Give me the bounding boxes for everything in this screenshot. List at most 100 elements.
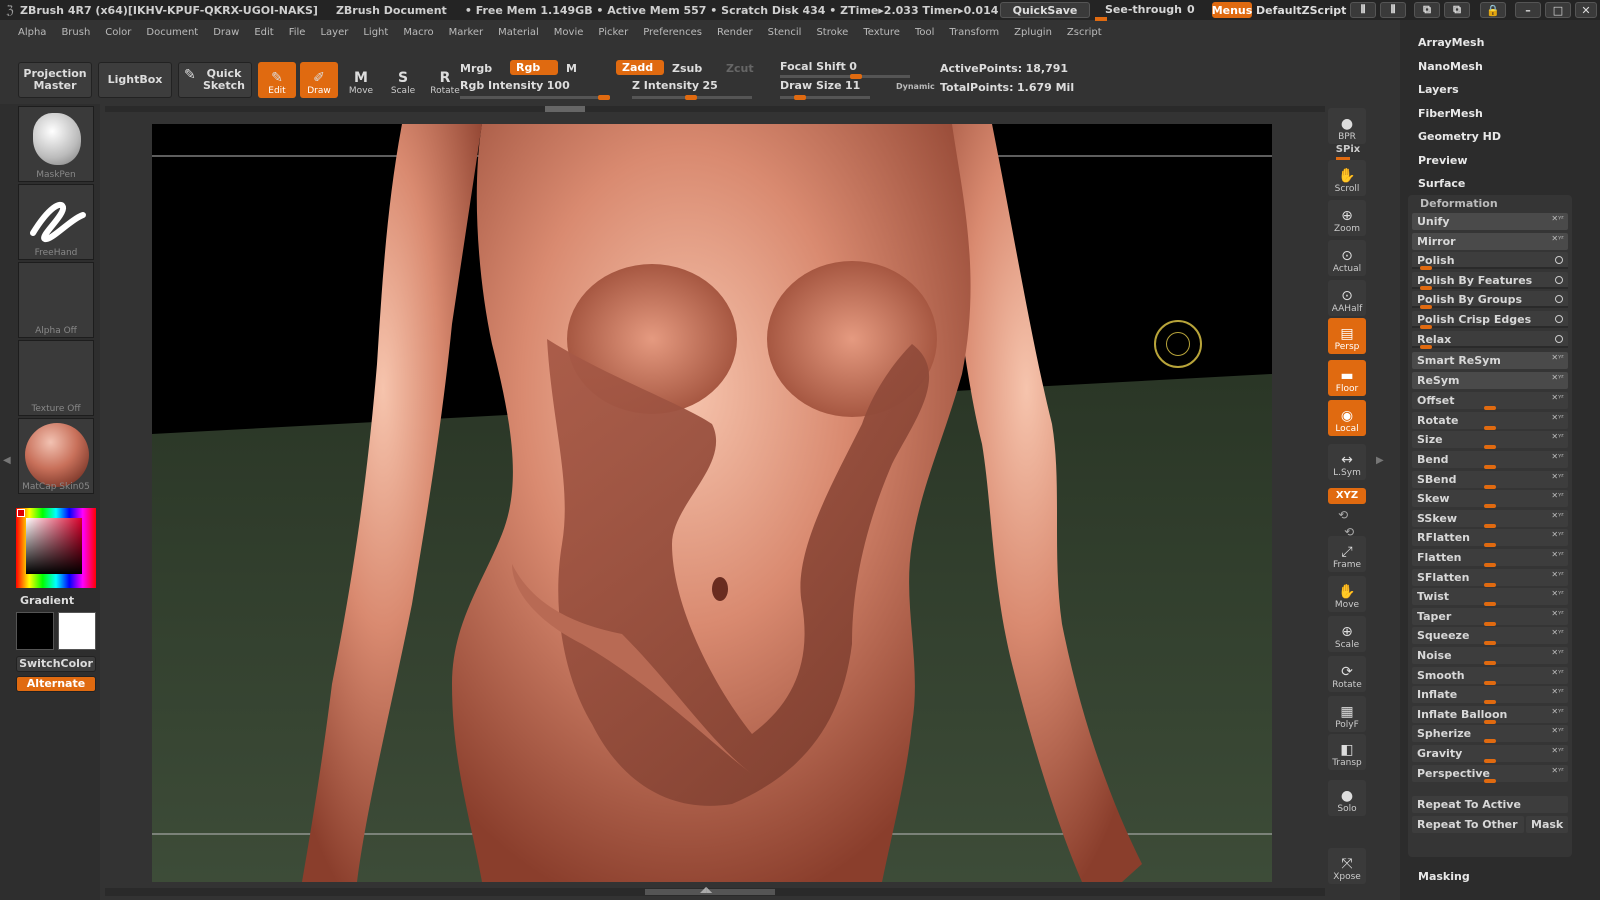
tray-surface[interactable]: Surface — [1418, 177, 1465, 190]
perspective-axis-icon[interactable]: ✕ᵞᶻ — [1551, 766, 1564, 775]
sbend-axis-icon[interactable]: ✕ᵞᶻ — [1551, 472, 1564, 481]
maximize-icon[interactable]: □ — [1545, 2, 1571, 18]
tray-preview[interactable]: Preview — [1418, 154, 1468, 167]
bpr-button[interactable]: ● BPR — [1328, 108, 1366, 144]
left-collapse-icon[interactable]: ◀ — [3, 455, 11, 466]
deformation-unify[interactable]: Unify ✕ᵞᶻ — [1412, 213, 1568, 230]
z-intensity-slider[interactable]: Z Intensity 25 — [632, 79, 752, 100]
deformation-rotate[interactable]: Rotate ✕ᵞᶻ — [1412, 411, 1568, 430]
top-scroll-thumb[interactable] — [545, 106, 585, 112]
rflatten-axis-icon[interactable]: ✕ᵞᶻ — [1551, 530, 1564, 539]
menu-material[interactable]: Material — [498, 27, 539, 38]
menu-alpha[interactable]: Alpha — [18, 27, 46, 38]
squeeze-axis-icon[interactable]: ✕ᵞᶻ — [1551, 628, 1564, 637]
deformation-sbend[interactable]: SBend ✕ᵞᶻ — [1412, 470, 1568, 489]
draw-size-slider[interactable]: Draw Size 11 — [780, 79, 870, 100]
bottom-scroll-track[interactable]: ◢◣ — [105, 885, 1325, 896]
expand-icon[interactable]: ⦀ — [1380, 2, 1406, 18]
color-picker[interactable] — [16, 508, 96, 588]
repeat-to-active-button[interactable]: Repeat To Active — [1412, 796, 1568, 814]
polish-by-groups-toggle-icon[interactable] — [1555, 295, 1563, 304]
resym-axis-icon[interactable]: ✕ᵞᶻ — [1551, 373, 1564, 382]
smart-resym-axis-icon[interactable]: ✕ᵞᶻ — [1551, 353, 1564, 362]
minimize-icon[interactable]: – — [1515, 2, 1541, 18]
deformation-flatten[interactable]: Flatten ✕ᵞᶻ — [1412, 549, 1568, 567]
polish-crisp-edges-toggle-icon[interactable] — [1555, 315, 1563, 323]
menu-brush[interactable]: Brush — [61, 27, 90, 38]
dynamic-toggle[interactable]: Dynamic — [896, 82, 935, 91]
viewport-canvas[interactable] — [152, 124, 1272, 882]
skew-axis-icon[interactable]: ✕ᵞᶻ — [1551, 491, 1564, 500]
close-icon[interactable]: ✕ — [1575, 2, 1597, 18]
mask-button[interactable]: Mask — [1526, 816, 1568, 834]
deformation-smooth[interactable]: Smooth ✕ᵞᶻ — [1412, 666, 1568, 685]
repeat-to-other-button[interactable]: Repeat To Other — [1412, 816, 1524, 834]
see-through-slider[interactable]: See-through 0 — [1095, 2, 1205, 21]
menu-light[interactable]: Light — [363, 27, 388, 38]
tray-masking[interactable]: Masking — [1418, 870, 1470, 883]
zoom-button[interactable]: ⊕ Zoom — [1328, 200, 1366, 236]
persp-button[interactable]: ▤ Persp — [1328, 318, 1366, 354]
menu-picker[interactable]: Picker — [598, 27, 628, 38]
menu-stroke[interactable]: Stroke — [816, 27, 848, 38]
deformation-smart-resym[interactable]: Smart ReSym ✕ᵞᶻ — [1412, 352, 1568, 370]
menu-zplugin[interactable]: Zplugin — [1014, 27, 1052, 38]
polish-by-features-toggle-icon[interactable] — [1555, 275, 1563, 284]
gradient-label[interactable]: Gradient — [20, 594, 74, 607]
mirror-axis-icon[interactable]: ✕ᵞᶻ — [1551, 234, 1564, 243]
tray-fibermesh[interactable]: FiberMesh — [1418, 107, 1483, 120]
move-tool-button[interactable]: M Move — [342, 62, 380, 98]
solo-button[interactable]: ● Solo — [1328, 780, 1366, 816]
default-zscript-button[interactable]: DefaultZScript — [1256, 4, 1346, 17]
rotate-tool-button[interactable]: R Rotate — [426, 62, 464, 98]
zadd-button[interactable]: Zadd — [616, 60, 664, 75]
move-button[interactable]: ✋ Move — [1328, 576, 1366, 612]
deformation-inflate-balloon[interactable]: Inflate Balloon ✕ᵞᶻ — [1412, 705, 1568, 724]
tray-geometry-hd[interactable]: Geometry HD — [1418, 130, 1501, 143]
deformation-twist[interactable]: Twist ✕ᵞᶻ — [1412, 588, 1568, 607]
deformation-mirror[interactable]: Mirror ✕ᵞᶻ — [1412, 232, 1568, 250]
taper-axis-icon[interactable]: ✕ᵞᶻ — [1551, 609, 1564, 618]
draw-tool-button[interactable]: ✐ Draw — [300, 62, 338, 98]
quick-sketch-button[interactable]: ✎ Quick Sketch — [178, 62, 252, 98]
secondary-color-swatch[interactable] — [58, 612, 96, 650]
menu-draw[interactable]: Draw — [213, 27, 239, 38]
alternate-button[interactable]: Alternate — [16, 676, 96, 692]
xyz-symmetry-button[interactable]: XYZ — [1328, 488, 1366, 504]
deformation-rflatten[interactable]: RFlatten ✕ᵞᶻ — [1412, 529, 1568, 548]
menu-file[interactable]: File — [289, 27, 306, 38]
y-symmetry-icon[interactable]: ⟲ — [1338, 508, 1348, 522]
menu-macro[interactable]: Macro — [403, 27, 433, 38]
bottom-collapse-icon[interactable]: ◢◣ — [700, 885, 712, 894]
menu-transform[interactable]: Transform — [949, 27, 999, 38]
menu-zscript[interactable]: Zscript — [1067, 27, 1102, 38]
scroll-button[interactable]: ✋ Scroll — [1328, 160, 1366, 196]
unify-axis-icon[interactable]: ✕ᵞᶻ — [1551, 214, 1564, 223]
spix-label[interactable]: SPix — [1328, 144, 1368, 155]
m-button[interactable]: M — [566, 62, 577, 75]
projection-master-button[interactable]: Projection Master — [18, 62, 92, 98]
actual-button[interactable]: ⊙ Actual — [1328, 240, 1366, 276]
menu-stencil[interactable]: Stencil — [768, 27, 802, 38]
twist-axis-icon[interactable]: ✕ᵞᶻ — [1551, 589, 1564, 598]
layout-alt-icon[interactable]: ⧉ — [1444, 2, 1470, 18]
xpose-button[interactable]: ⤧ Xpose — [1328, 848, 1366, 884]
inflate-axis-icon[interactable]: ✕ᵞᶻ — [1551, 687, 1564, 696]
local-button[interactable]: ◉ Local — [1328, 400, 1366, 436]
z-symmetry-icon[interactable]: ⟲ — [1344, 525, 1354, 539]
lock-icon[interactable]: 🔒 — [1480, 2, 1506, 18]
menu-tool[interactable]: Tool — [915, 27, 934, 38]
relax-toggle-icon[interactable] — [1555, 334, 1563, 343]
noise-axis-icon[interactable]: ✕ᵞᶻ — [1551, 648, 1564, 657]
rgb-button[interactable]: Rgb — [510, 60, 558, 75]
sflatten-axis-icon[interactable]: ✕ᵞᶻ — [1551, 570, 1564, 579]
menu-movie[interactable]: Movie — [554, 27, 584, 38]
rgb-intensity-slider[interactable]: Rgb Intensity 100 — [460, 79, 610, 100]
smooth-axis-icon[interactable]: ✕ᵞᶻ — [1551, 668, 1564, 677]
bend-axis-icon[interactable]: ✕ᵞᶻ — [1551, 452, 1564, 461]
gravity-axis-icon[interactable]: ✕ᵞᶻ — [1551, 746, 1564, 755]
lightbox-button[interactable]: LightBox — [98, 62, 172, 98]
menu-layer[interactable]: Layer — [320, 27, 348, 38]
deformation-sflatten[interactable]: SFlatten ✕ᵞᶻ — [1412, 568, 1568, 587]
polyf-button[interactable]: ▦ PolyF — [1328, 696, 1366, 732]
